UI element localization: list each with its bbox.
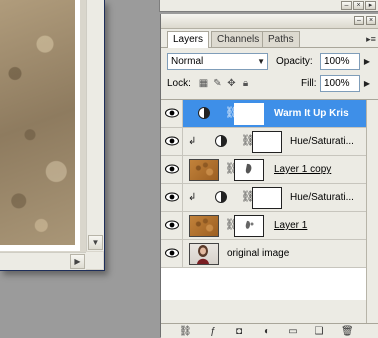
close-icon[interactable]: × <box>353 1 364 10</box>
layer-mask-thumbnail[interactable] <box>234 215 264 237</box>
layer-mask-thumbnail[interactable] <box>234 103 264 125</box>
palette-minimize-icon[interactable]: – <box>354 16 364 25</box>
layer-thumbnail[interactable] <box>189 243 219 265</box>
trash-icon[interactable]: 🗑︎ <box>341 326 354 337</box>
palette-titlebar[interactable]: – × <box>161 14 378 29</box>
layer-mask-thumbnail[interactable] <box>252 131 282 153</box>
add-mask-icon[interactable]: ◘ <box>233 326 245 337</box>
portrait-thumbnail-icon <box>197 245 209 264</box>
blend-mode-value: Normal <box>171 56 204 67</box>
tab-layers[interactable]: Layers <box>167 31 210 48</box>
document-window: ▼ ▶ <box>0 0 105 271</box>
eye-icon <box>165 192 179 202</box>
lock-transparency-icon[interactable]: ▦ <box>198 78 209 89</box>
layer-row-original-image[interactable]: original image <box>161 240 366 268</box>
menu-icon[interactable]: ▸ <box>365 1 376 10</box>
layer-thumbnail[interactable] <box>189 159 219 181</box>
layer-name[interactable]: Hue/Saturati... <box>290 191 354 204</box>
layer-name[interactable]: Warm It Up Kris <box>274 107 349 120</box>
layer-mask-thumbnail[interactable] <box>252 187 282 209</box>
visibility-toggle[interactable] <box>161 128 183 155</box>
new-layer-icon[interactable]: ❑ <box>313 326 325 337</box>
minimize-icon[interactable]: – <box>341 1 352 10</box>
clipping-arrow-icon: ↲ <box>188 136 197 147</box>
blend-mode-select[interactable]: Normal ▼ <box>167 53 268 70</box>
link-layers-icon[interactable]: ⛓ <box>179 326 192 337</box>
layer-row-layer-1[interactable]: ⛓ Layer 1 <box>161 212 366 240</box>
layers-palette: – × Layers Channels Paths ▸≡ Normal ▼ Op… <box>160 14 378 338</box>
layers-empty-area <box>161 300 366 323</box>
document-canvas[interactable] <box>0 0 80 251</box>
opacity-slider-arrow-icon[interactable]: ▶ <box>362 53 372 70</box>
layer-style-icon[interactable]: ƒ <box>207 326 219 337</box>
chevron-down-icon: ▼ <box>257 57 265 66</box>
visibility-toggle[interactable] <box>161 156 183 183</box>
palette-close-icon[interactable]: × <box>366 16 376 25</box>
layer-row-hue-saturation-1[interactable]: ↲ ⛓ Hue/Saturati... <box>161 128 366 156</box>
collapsed-palette-strip: – × ▸ <box>159 0 378 12</box>
opacity-label: Opacity: <box>276 56 313 67</box>
layer-mask-thumbnail[interactable] <box>234 159 264 181</box>
lock-position-icon[interactable]: ✥ <box>226 78 237 89</box>
mask-shape-icon <box>245 163 252 174</box>
visibility-toggle[interactable] <box>161 184 183 211</box>
visibility-toggle[interactable] <box>161 212 183 239</box>
eye-icon <box>165 220 179 230</box>
layers-bottom-toolbar: ⛓ ƒ ◘ ◐ ▭ ❑ 🗑︎ <box>161 323 378 338</box>
document-vertical-scrollbar[interactable]: ▼ <box>86 0 104 251</box>
eye-icon <box>165 164 179 174</box>
fill-label: Fill: <box>301 78 317 89</box>
eye-icon <box>165 248 179 258</box>
adjustment-layer-icon <box>198 107 210 119</box>
scroll-corner <box>86 252 103 269</box>
tab-paths[interactable]: Paths <box>262 31 300 47</box>
opacity-input[interactable]: 100% <box>320 53 360 70</box>
new-group-icon[interactable]: ▭ <box>287 326 299 337</box>
eye-icon <box>165 136 179 146</box>
clipping-arrow-icon: ↲ <box>188 192 197 203</box>
layer-name[interactable]: original image <box>227 247 289 260</box>
layer-row-warm-it-up[interactable]: ⛓ Warm It Up Kris <box>161 100 366 128</box>
palette-menu-icon[interactable]: ▸≡ <box>366 34 376 44</box>
layer-name[interactable]: Layer 1 <box>274 219 307 232</box>
visibility-toggle[interactable] <box>161 240 183 267</box>
lock-fill-row: Lock: ▦ ✎ ✥ 🔒︎ Fill: 100% ▶ <box>167 75 377 93</box>
adjustment-layer-icon <box>215 191 227 203</box>
scroll-right-arrow-icon[interactable]: ▶ <box>70 254 85 269</box>
adjustment-layer-icon <box>215 135 227 147</box>
eye-icon <box>165 108 179 118</box>
blend-opacity-row: Normal ▼ Opacity: 100% ▶ <box>167 53 377 71</box>
document-horizontal-scrollbar[interactable]: ▶ <box>0 252 86 270</box>
fill-input[interactable]: 100% <box>320 75 360 92</box>
layers-list: ⛓ Warm It Up Kris ↲ ⛓ Hue/Saturati... ⛓ <box>161 100 366 300</box>
layer-name[interactable]: Layer 1 copy <box>274 163 331 176</box>
lock-all-icon[interactable]: 🔒︎ <box>240 78 251 89</box>
document-image[interactable] <box>0 0 75 245</box>
lock-paint-icon[interactable]: ✎ <box>212 78 223 89</box>
mask-shape-icon <box>245 220 254 229</box>
layer-thumbnail[interactable] <box>189 215 219 237</box>
layer-row-hue-saturation-2[interactable]: ↲ ⛓ Hue/Saturati... <box>161 184 366 212</box>
tab-channels[interactable]: Channels <box>211 31 266 47</box>
new-adjustment-icon[interactable]: ◐ <box>261 326 273 337</box>
layers-scrollbar[interactable] <box>366 100 378 323</box>
fill-slider-arrow-icon[interactable]: ▶ <box>362 75 372 92</box>
visibility-toggle[interactable] <box>161 100 183 127</box>
scroll-down-arrow-icon[interactable]: ▼ <box>88 235 103 250</box>
layer-row-layer-1-copy[interactable]: ⛓ Layer 1 copy <box>161 156 366 184</box>
layer-name[interactable]: Hue/Saturati... <box>290 135 354 148</box>
lock-label: Lock: <box>167 78 191 89</box>
